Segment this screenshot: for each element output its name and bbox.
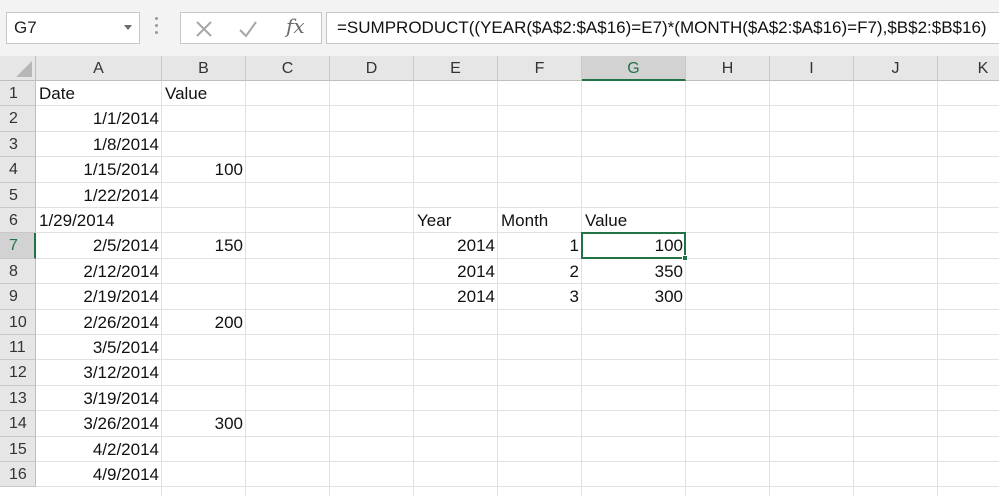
row-header-2[interactable]: 2	[0, 106, 36, 132]
row-header-10[interactable]: 10	[0, 309, 36, 335]
cell-a13[interactable]: 3/19/2014	[36, 386, 162, 411]
row-header-4[interactable]: 4	[0, 157, 36, 183]
cell-b14[interactable]: 300	[162, 411, 246, 436]
cell-a7[interactable]: 2/5/2014	[36, 233, 162, 258]
row-header-11[interactable]: 11	[0, 335, 36, 361]
row-header-13[interactable]: 13	[0, 385, 36, 412]
cell-a3[interactable]: 1/8/2014	[36, 132, 162, 157]
column-header-c[interactable]: C	[246, 56, 330, 81]
cell-f8[interactable]: 2	[498, 259, 582, 284]
select-all-button[interactable]	[0, 56, 36, 81]
cell-a8[interactable]: 2/12/2014	[36, 259, 162, 284]
cell-a4[interactable]: 1/15/2014	[36, 157, 162, 182]
row-header-14[interactable]: 14	[0, 411, 36, 437]
gridline-vertical	[853, 81, 854, 496]
row-header-15[interactable]: 15	[0, 436, 36, 462]
gridline-vertical	[329, 81, 330, 496]
column-header-k[interactable]: K	[938, 56, 999, 81]
cell-g8[interactable]: 350	[582, 259, 686, 284]
cell-a15[interactable]: 4/2/2014	[36, 437, 162, 462]
column-headers: ABCDEFGHIJK	[36, 56, 999, 81]
gridline-vertical	[937, 81, 938, 496]
cell-e7[interactable]: 2014	[414, 233, 498, 258]
cell-a5[interactable]: 1/22/2014	[36, 183, 162, 208]
cell-b10[interactable]: 200	[162, 310, 246, 335]
cell-f9[interactable]: 3	[498, 284, 582, 309]
gridline-vertical	[769, 81, 770, 496]
formula-text: =SUMPRODUCT((YEAR($A$2:$A$16)=E7)*(MONTH…	[337, 18, 987, 37]
insert-function-icon[interactable]: fx	[286, 14, 310, 38]
row-header-7[interactable]: 7	[0, 233, 36, 259]
cell-a10[interactable]: 2/26/2014	[36, 310, 162, 335]
chevron-down-icon[interactable]	[124, 25, 132, 30]
column-header-d[interactable]: D	[330, 56, 414, 81]
gridline-horizontal	[36, 384, 999, 386]
select-all-triangle-icon	[16, 61, 32, 77]
cell-f6[interactable]: Month	[498, 208, 582, 233]
cell-g9[interactable]: 300	[582, 284, 686, 309]
cell-area[interactable]: Date Value 1/1/2014 1/8/2014 1/15/2014 100 1/2…	[36, 81, 999, 496]
row-header-12[interactable]: 12	[0, 360, 36, 386]
cell-a12[interactable]: 3/12/2014	[36, 360, 162, 385]
cell-a6[interactable]: 1/29/2014	[36, 208, 162, 233]
name-box-value: G7	[14, 18, 37, 37]
formula-bar-area: G7 fx =SUMPRODUCT((YEAR($A$2:$A$16)=E7)*…	[0, 0, 999, 56]
gridline-horizontal	[36, 486, 999, 488]
column-header-b[interactable]: B	[162, 56, 246, 81]
row-header-3[interactable]: 3	[0, 131, 36, 158]
cell-e8[interactable]: 2014	[414, 259, 498, 284]
column-header-i[interactable]: I	[770, 56, 854, 81]
cell-a2[interactable]: 1/1/2014	[36, 106, 162, 131]
row-header-9[interactable]: 9	[0, 284, 36, 310]
column-header-a[interactable]: A	[36, 56, 162, 81]
column-header-g[interactable]: G	[582, 56, 686, 81]
cell-b1[interactable]: Value	[162, 81, 246, 106]
cell-g7[interactable]: 100	[582, 233, 686, 258]
row-header-6[interactable]: 6	[0, 208, 36, 234]
cell-e9[interactable]: 2014	[414, 284, 498, 309]
enter-check-icon[interactable]	[236, 17, 260, 41]
column-header-e[interactable]: E	[414, 56, 498, 81]
cell-a1[interactable]: Date	[36, 81, 162, 106]
more-options-icon[interactable]	[155, 17, 159, 37]
cancel-icon[interactable]	[192, 17, 216, 41]
fill-handle[interactable]	[682, 254, 688, 261]
cell-b4[interactable]: 100	[162, 157, 246, 182]
cell-b7[interactable]: 150	[162, 233, 246, 258]
gridline-horizontal	[36, 130, 999, 132]
cell-e6[interactable]: Year	[414, 208, 498, 233]
cell-a9[interactable]: 2/19/2014	[36, 284, 162, 309]
column-header-j[interactable]: J	[854, 56, 938, 81]
row-header-8[interactable]: 8	[0, 258, 36, 285]
cell-a16[interactable]: 4/9/2014	[36, 462, 162, 487]
gridline-horizontal	[36, 461, 999, 462]
cell-g6[interactable]: Value	[582, 208, 686, 233]
formula-input[interactable]: =SUMPRODUCT((YEAR($A$2:$A$16)=E7)*(MONTH…	[326, 12, 999, 44]
cell-f7[interactable]: 1	[498, 233, 582, 258]
row-header-5[interactable]: 5	[0, 182, 36, 208]
formula-buttons: fx	[180, 12, 322, 44]
column-header-f[interactable]: F	[498, 56, 582, 81]
column-header-h[interactable]: H	[686, 56, 770, 81]
row-header-1[interactable]: 1	[0, 81, 36, 107]
cell-a11[interactable]: 3/5/2014	[36, 335, 162, 360]
name-box[interactable]: G7	[6, 12, 140, 44]
spreadsheet-grid: ABCDEFGHIJK 1 2 3 4 5 6 7 8 9 10 11 12 13 14 15 16 Date…	[0, 56, 999, 496]
row-header-16[interactable]: 16	[0, 462, 36, 488]
gridline-horizontal	[36, 359, 999, 361]
cell-a14[interactable]: 3/26/2014	[36, 411, 162, 436]
